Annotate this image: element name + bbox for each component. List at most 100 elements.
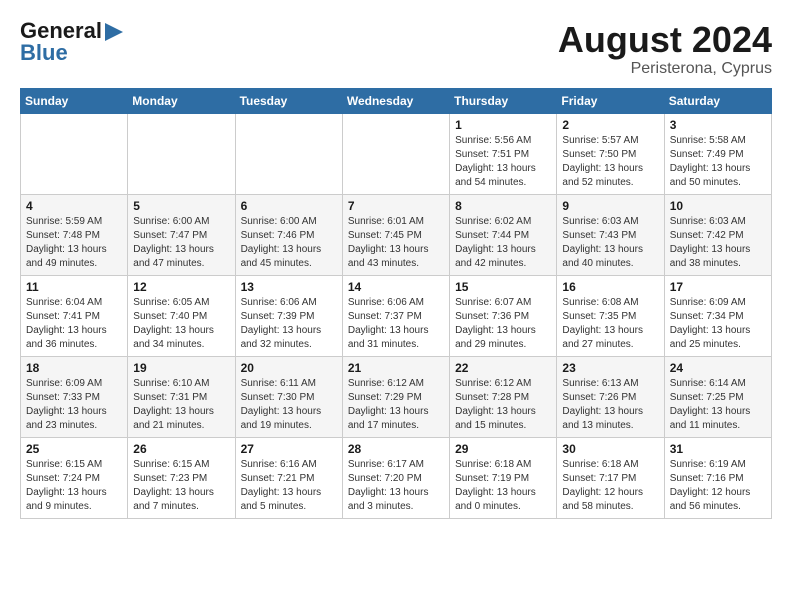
day-info: Sunrise: 5:59 AM Sunset: 7:48 PM Dayligh… bbox=[26, 215, 122, 271]
day-number: 5 bbox=[133, 199, 229, 213]
weekday-header-friday: Friday bbox=[557, 88, 664, 113]
weekday-header-monday: Monday bbox=[128, 88, 235, 113]
day-info: Sunrise: 6:12 AM Sunset: 7:29 PM Dayligh… bbox=[348, 377, 444, 433]
calendar-cell bbox=[342, 113, 449, 194]
calendar-cell: 3 Sunrise: 5:58 AM Sunset: 7:49 PM Daylig… bbox=[664, 113, 771, 194]
day-number: 4 bbox=[26, 199, 122, 213]
day-info: Sunrise: 6:09 AM Sunset: 7:34 PM Dayligh… bbox=[670, 296, 766, 352]
title-block: August 2024 Peristerona, Cyprus bbox=[558, 20, 772, 78]
weekday-header-saturday: Saturday bbox=[664, 88, 771, 113]
day-info: Sunrise: 6:04 AM Sunset: 7:41 PM Dayligh… bbox=[26, 296, 122, 352]
calendar-cell: 5 Sunrise: 6:00 AM Sunset: 7:47 PM Daylig… bbox=[128, 194, 235, 275]
calendar-cell: 30Sunrise: 6:18 AM Sunset: 7:17 PM Dayli… bbox=[557, 437, 664, 518]
logo-arrow-icon bbox=[105, 23, 123, 41]
day-number: 17 bbox=[670, 280, 766, 294]
day-info: Sunrise: 6:18 AM Sunset: 7:19 PM Dayligh… bbox=[455, 458, 551, 514]
calendar-week-row: 25 Sunrise: 6:15 AM Sunset: 7:24 PM Dayli… bbox=[21, 437, 772, 518]
calendar-cell: 6Sunrise: 6:00 AM Sunset: 7:46 PM Daylig… bbox=[235, 194, 342, 275]
location-subtitle: Peristerona, Cyprus bbox=[558, 60, 772, 78]
page-header: General Blue August 2024 Peristerona, Cy… bbox=[20, 20, 772, 78]
logo-general-text: General bbox=[20, 20, 102, 42]
day-number: 13 bbox=[241, 280, 337, 294]
calendar-cell: 15Sunrise: 6:07 AM Sunset: 7:36 PM Dayli… bbox=[450, 275, 557, 356]
day-number: 22 bbox=[455, 361, 551, 375]
day-number: 7 bbox=[348, 199, 444, 213]
calendar-cell: 24Sunrise: 6:14 AM Sunset: 7:25 PM Dayli… bbox=[664, 356, 771, 437]
day-number: 8 bbox=[455, 199, 551, 213]
calendar-cell bbox=[128, 113, 235, 194]
day-number: 25 bbox=[26, 442, 122, 456]
day-info: Sunrise: 6:06 AM Sunset: 7:37 PM Dayligh… bbox=[348, 296, 444, 352]
day-info: Sunrise: 6:06 AM Sunset: 7:39 PM Dayligh… bbox=[241, 296, 337, 352]
calendar-cell: 2 Sunrise: 5:57 AM Sunset: 7:50 PM Daylig… bbox=[557, 113, 664, 194]
day-info: Sunrise: 6:03 AM Sunset: 7:42 PM Dayligh… bbox=[670, 215, 766, 271]
day-info: Sunrise: 6:16 AM Sunset: 7:21 PM Dayligh… bbox=[241, 458, 337, 514]
calendar-cell: 4 Sunrise: 5:59 AM Sunset: 7:48 PM Daylig… bbox=[21, 194, 128, 275]
logo: General Blue bbox=[20, 20, 123, 64]
day-info: Sunrise: 6:15 AM Sunset: 7:23 PM Dayligh… bbox=[133, 458, 229, 514]
weekday-header-wednesday: Wednesday bbox=[342, 88, 449, 113]
day-info: Sunrise: 5:57 AM Sunset: 7:50 PM Dayligh… bbox=[562, 134, 658, 190]
day-info: Sunrise: 6:12 AM Sunset: 7:28 PM Dayligh… bbox=[455, 377, 551, 433]
day-info: Sunrise: 5:58 AM Sunset: 7:49 PM Dayligh… bbox=[670, 134, 766, 190]
day-info: Sunrise: 6:09 AM Sunset: 7:33 PM Dayligh… bbox=[26, 377, 122, 433]
day-info: Sunrise: 5:56 AM Sunset: 7:51 PM Dayligh… bbox=[455, 134, 551, 190]
calendar-cell: 7 Sunrise: 6:01 AM Sunset: 7:45 PM Daylig… bbox=[342, 194, 449, 275]
calendar-cell: 12 Sunrise: 6:05 AM Sunset: 7:40 PM Dayli… bbox=[128, 275, 235, 356]
day-number: 18 bbox=[26, 361, 122, 375]
calendar-week-row: 1Sunrise: 5:56 AM Sunset: 7:51 PM Daylig… bbox=[21, 113, 772, 194]
day-number: 15 bbox=[455, 280, 551, 294]
day-info: Sunrise: 6:11 AM Sunset: 7:30 PM Dayligh… bbox=[241, 377, 337, 433]
calendar-cell: 25 Sunrise: 6:15 AM Sunset: 7:24 PM Dayli… bbox=[21, 437, 128, 518]
day-number: 14 bbox=[348, 280, 444, 294]
day-number: 3 bbox=[670, 118, 766, 132]
day-number: 26 bbox=[133, 442, 229, 456]
calendar-cell: 13 Sunrise: 6:06 AM Sunset: 7:39 PM Dayli… bbox=[235, 275, 342, 356]
day-info: Sunrise: 6:15 AM Sunset: 7:24 PM Dayligh… bbox=[26, 458, 122, 514]
day-number: 29 bbox=[455, 442, 551, 456]
calendar-cell: 27Sunrise: 6:16 AM Sunset: 7:21 PM Dayli… bbox=[235, 437, 342, 518]
day-info: Sunrise: 6:08 AM Sunset: 7:35 PM Dayligh… bbox=[562, 296, 658, 352]
month-title: August 2024 bbox=[558, 20, 772, 60]
day-info: Sunrise: 6:05 AM Sunset: 7:40 PM Dayligh… bbox=[133, 296, 229, 352]
day-info: Sunrise: 6:13 AM Sunset: 7:26 PM Dayligh… bbox=[562, 377, 658, 433]
calendar-cell: 17 Sunrise: 6:09 AM Sunset: 7:34 PM Dayli… bbox=[664, 275, 771, 356]
calendar-cell: 31Sunrise: 6:19 AM Sunset: 7:16 PM Dayli… bbox=[664, 437, 771, 518]
day-info: Sunrise: 6:17 AM Sunset: 7:20 PM Dayligh… bbox=[348, 458, 444, 514]
day-number: 21 bbox=[348, 361, 444, 375]
calendar-cell bbox=[235, 113, 342, 194]
day-number: 16 bbox=[562, 280, 658, 294]
calendar-cell: 8 Sunrise: 6:02 AM Sunset: 7:44 PM Daylig… bbox=[450, 194, 557, 275]
day-info: Sunrise: 6:00 AM Sunset: 7:46 PM Dayligh… bbox=[241, 215, 337, 271]
calendar-cell: 9 Sunrise: 6:03 AM Sunset: 7:43 PM Daylig… bbox=[557, 194, 664, 275]
calendar-cell: 28Sunrise: 6:17 AM Sunset: 7:20 PM Dayli… bbox=[342, 437, 449, 518]
calendar-cell: 19Sunrise: 6:10 AM Sunset: 7:31 PM Dayli… bbox=[128, 356, 235, 437]
calendar-cell: 11 Sunrise: 6:04 AM Sunset: 7:41 PM Dayli… bbox=[21, 275, 128, 356]
day-info: Sunrise: 6:01 AM Sunset: 7:45 PM Dayligh… bbox=[348, 215, 444, 271]
day-info: Sunrise: 6:03 AM Sunset: 7:43 PM Dayligh… bbox=[562, 215, 658, 271]
day-number: 9 bbox=[562, 199, 658, 213]
calendar-week-row: 18 Sunrise: 6:09 AM Sunset: 7:33 PM Dayli… bbox=[21, 356, 772, 437]
calendar-header-row: SundayMondayTuesdayWednesdayThursdayFrid… bbox=[21, 88, 772, 113]
calendar-cell: 16 Sunrise: 6:08 AM Sunset: 7:35 PM Dayli… bbox=[557, 275, 664, 356]
calendar-cell: 26 Sunrise: 6:15 AM Sunset: 7:23 PM Dayli… bbox=[128, 437, 235, 518]
calendar-cell: 18 Sunrise: 6:09 AM Sunset: 7:33 PM Dayli… bbox=[21, 356, 128, 437]
day-number: 12 bbox=[133, 280, 229, 294]
day-info: Sunrise: 6:02 AM Sunset: 7:44 PM Dayligh… bbox=[455, 215, 551, 271]
calendar-cell: 20 Sunrise: 6:11 AM Sunset: 7:30 PM Dayli… bbox=[235, 356, 342, 437]
day-number: 10 bbox=[670, 199, 766, 213]
calendar-week-row: 4 Sunrise: 5:59 AM Sunset: 7:48 PM Daylig… bbox=[21, 194, 772, 275]
logo-blue-text: Blue bbox=[20, 42, 68, 64]
calendar-cell: 21 Sunrise: 6:12 AM Sunset: 7:29 PM Dayli… bbox=[342, 356, 449, 437]
calendar-cell: 1Sunrise: 5:56 AM Sunset: 7:51 PM Daylig… bbox=[450, 113, 557, 194]
calendar-cell: 14 Sunrise: 6:06 AM Sunset: 7:37 PM Dayli… bbox=[342, 275, 449, 356]
calendar-week-row: 11 Sunrise: 6:04 AM Sunset: 7:41 PM Dayli… bbox=[21, 275, 772, 356]
weekday-header-sunday: Sunday bbox=[21, 88, 128, 113]
weekday-header-thursday: Thursday bbox=[450, 88, 557, 113]
day-number: 20 bbox=[241, 361, 337, 375]
day-number: 24 bbox=[670, 361, 766, 375]
day-info: Sunrise: 6:10 AM Sunset: 7:31 PM Dayligh… bbox=[133, 377, 229, 433]
day-number: 2 bbox=[562, 118, 658, 132]
day-number: 11 bbox=[26, 280, 122, 294]
day-info: Sunrise: 6:00 AM Sunset: 7:47 PM Dayligh… bbox=[133, 215, 229, 271]
